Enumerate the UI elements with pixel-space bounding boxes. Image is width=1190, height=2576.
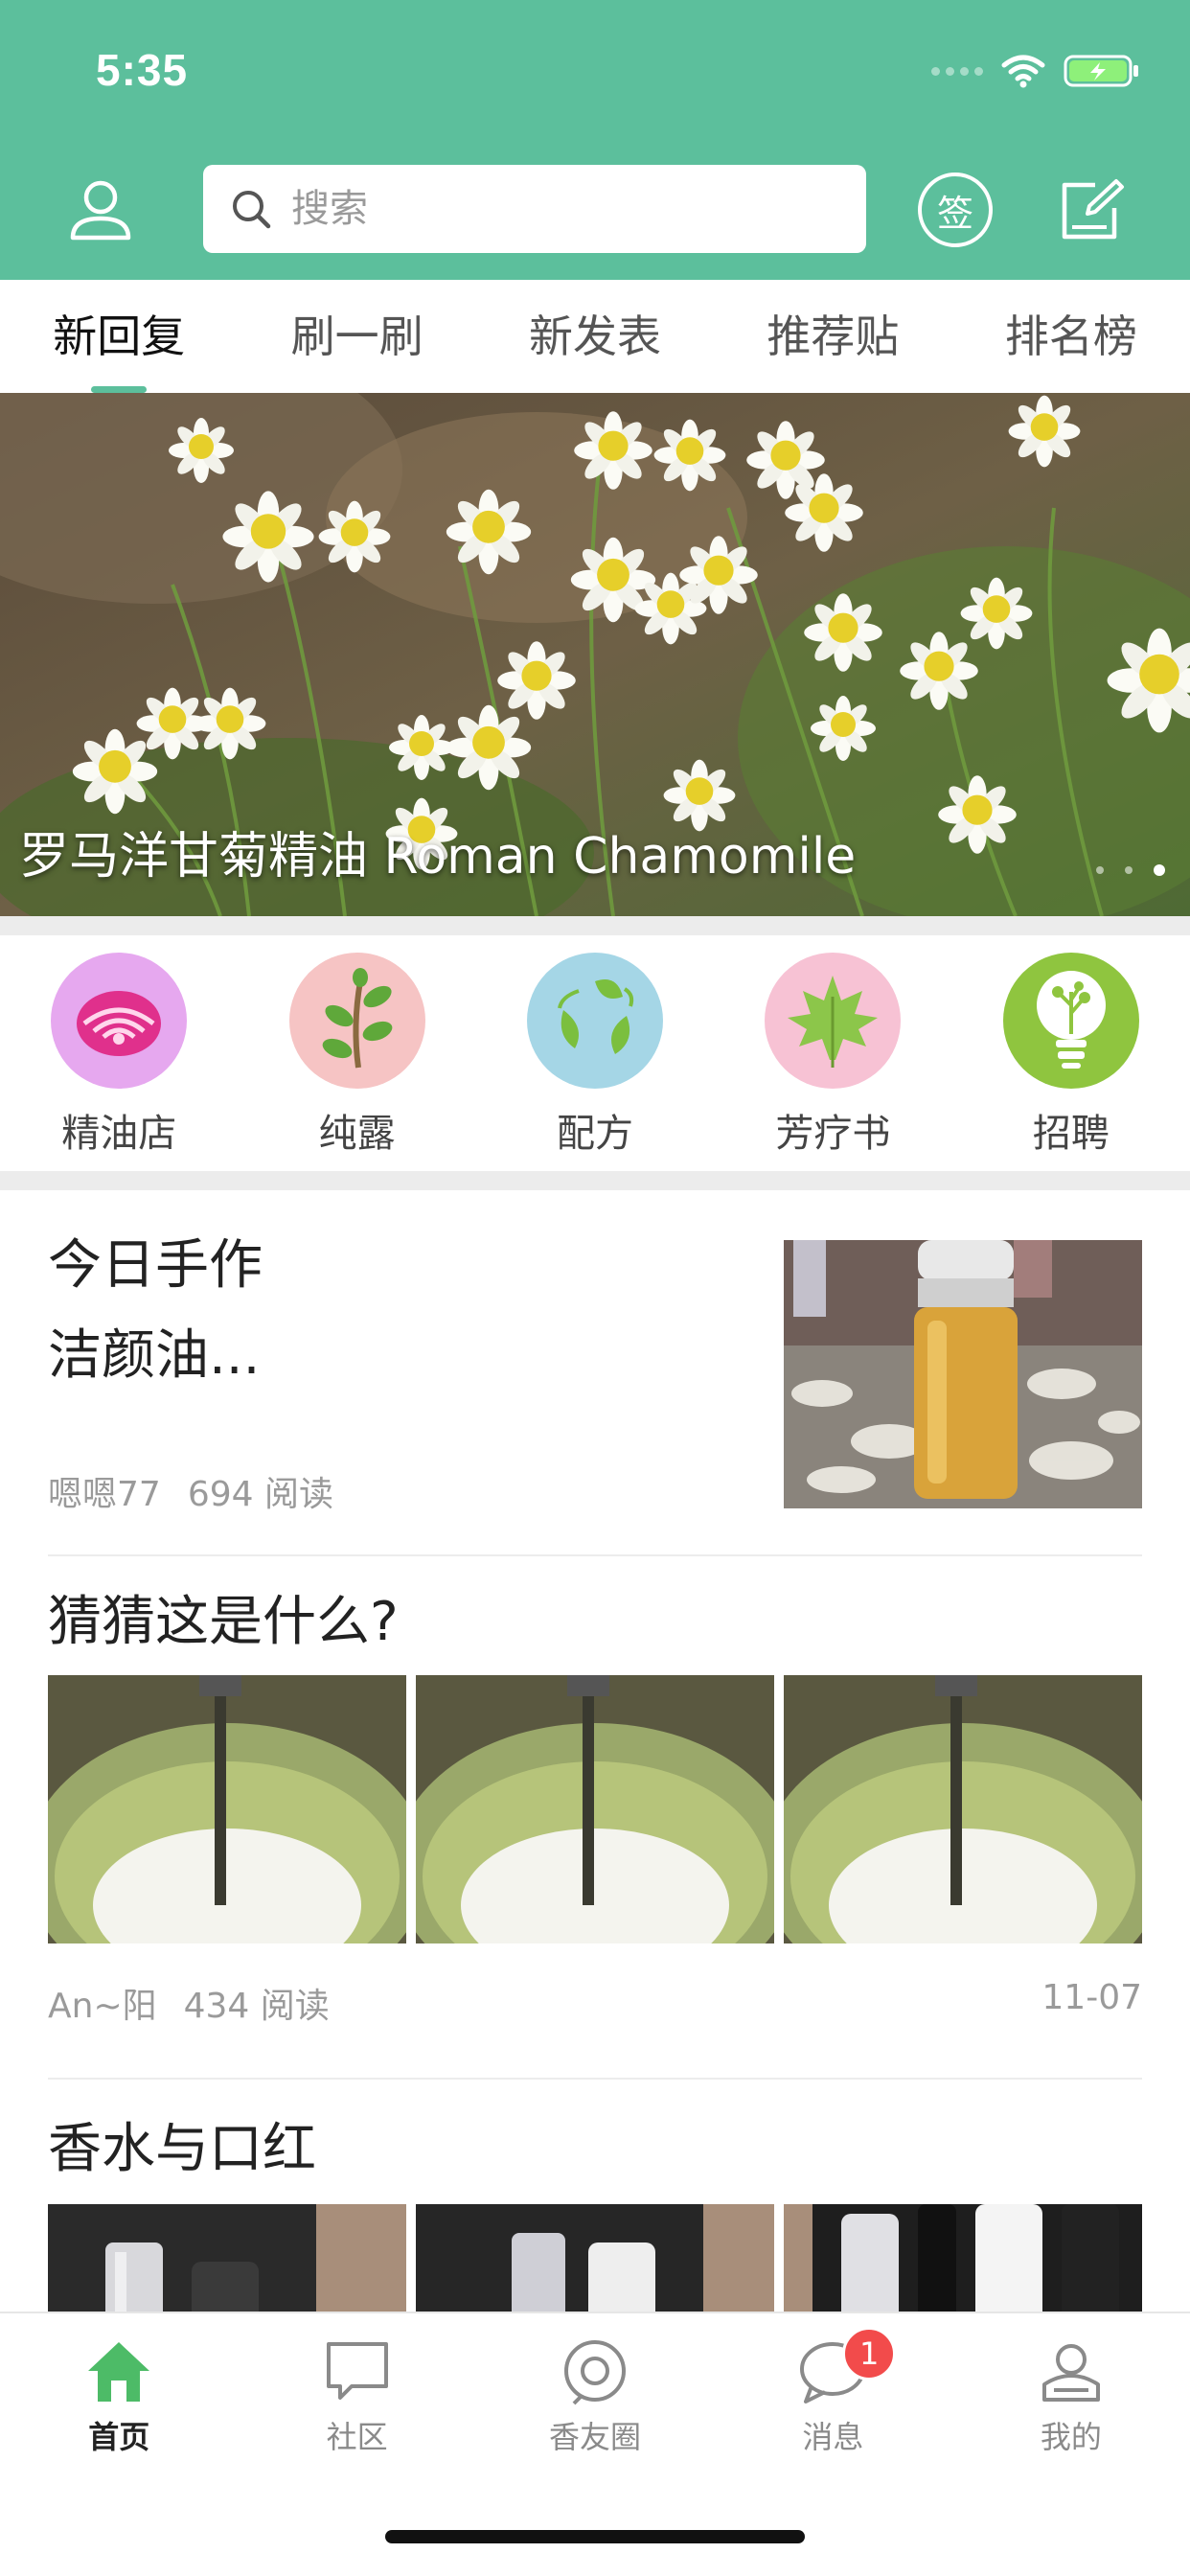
wifi-icon [1001,55,1045,88]
lipstick-image [784,2204,1142,2312]
foam-image [48,1675,406,1944]
category-recipes[interactable]: 配方 [476,935,714,1167]
search-input[interactable] [291,187,828,231]
nav-label: 香友圈 [549,2419,642,2455]
sprout-icon [288,953,425,1089]
status-icons [931,54,1140,88]
post-reads: 434 阅读 [183,1987,330,2026]
category-oil-shop[interactable]: 精油店 [0,935,238,1167]
category-aromatherapy-books[interactable]: 芳疗书 [714,935,951,1167]
search-icon [233,191,271,229]
chat-square-icon [326,2342,388,2400]
tab-recommended[interactable]: 推荐贴 [714,280,951,393]
battery-icon [1064,55,1138,87]
profile-icon [1041,2344,1100,2402]
sign-in-icon: 签 [918,172,993,247]
post-meta: 嗯嗯77 694 阅读 [48,1466,333,1516]
banner-caption: 罗马洋甘菊精油 Roman Chamomile [19,828,857,886]
carousel-dot[interactable] [1125,866,1133,874]
feed-post[interactable]: 今日手作 洁颜油... 嗯嗯77 694 阅读 [48,1221,1142,1518]
section-separator [0,916,1190,935]
category-jobs[interactable]: 招聘 [952,935,1190,1167]
post-image[interactable] [784,1675,1142,1944]
post-reads: 694 阅读 [187,1475,333,1514]
carousel-dot-active[interactable] [1154,864,1165,876]
tab-new-replies[interactable]: 新回复 [0,280,238,393]
post-images [48,1675,1142,1944]
tab-ranking[interactable]: 排名榜 [952,280,1190,393]
lightbulb-icon [1002,953,1139,1089]
perfume-image [416,2204,774,2312]
nav-home[interactable]: 首页 [0,2313,238,2576]
banner-carousel[interactable]: 罗马洋甘菊精油 Roman Chamomile [0,393,1190,916]
home-icon [88,2342,150,2402]
category-label: 精油店 [61,1112,177,1156]
post-author: An~阳 [48,1987,157,2026]
section-separator [0,1171,1190,1190]
feed-post[interactable]: 猜猜这是什么? An~阳 434 阅读 11-07 [48,1577,1142,2057]
app-header: 5:35 签 [0,0,1190,280]
tab-new-posts[interactable]: 新发表 [476,280,714,393]
user-icon [70,180,131,241]
category-label: 招聘 [1032,1112,1110,1156]
rose-icon [51,953,188,1089]
post-images [48,2204,1142,2312]
profile-button[interactable] [59,169,142,251]
post-image[interactable] [784,2204,1142,2312]
compose-icon [1062,179,1124,240]
post-title: 香水与口红 [48,2118,316,2180]
category-hydrosol[interactable]: 纯露 [238,935,475,1167]
carousel-indicator[interactable] [1096,864,1165,876]
perfume-image [48,2204,406,2312]
feed-post[interactable]: 香水与口红 [48,2104,1142,2312]
category-label: 纯露 [318,1112,396,1156]
nav-label: 社区 [326,2419,388,2455]
signal-icon [931,66,983,76]
compose-button[interactable] [1052,169,1134,251]
post-thumbnail[interactable] [784,1240,1142,1508]
post-author: 嗯嗯77 [48,1475,161,1514]
foam-image [784,1675,1142,1944]
post-image[interactable] [48,1675,406,1944]
category-shortcuts: 精油店 纯露 配方 芳疗书 招聘 [0,935,1190,1167]
unread-badge: 1 [842,2327,897,2380]
nav-mine[interactable]: 我的 [952,2313,1190,2576]
search-bar[interactable] [203,165,866,253]
feed-divider [48,1554,1142,1556]
nav-label: 消息 [802,2419,864,2455]
post-image[interactable] [416,2204,774,2312]
post-date: 11-07 [1041,1978,1142,2017]
feed-divider [48,2078,1142,2080]
foam-image [416,1675,774,1944]
nav-label: 我的 [1040,2419,1102,2455]
post-title: 猜猜这是什么? [48,1591,399,1653]
post-image[interactable] [416,1675,774,1944]
sign-in-button[interactable]: 签 [914,169,996,251]
category-label: 配方 [557,1112,634,1156]
tab-refresh[interactable]: 刷一刷 [238,280,475,393]
nav-label: 首页 [88,2419,150,2455]
carousel-dot[interactable] [1096,866,1104,874]
post-image[interactable] [48,2204,406,2312]
category-label: 芳疗书 [775,1112,891,1156]
oil-bottle-image [784,1240,1142,1508]
home-indicator[interactable] [385,2530,805,2543]
leaves-icon [527,953,664,1089]
circle-icon [564,2340,627,2405]
feed-tabs: 新回复 刷一刷 新发表 推荐贴 排名榜 [0,280,1190,393]
post-meta: An~阳 434 阅读 11-07 [48,1978,1142,2028]
maple-leaf-icon [765,953,902,1089]
status-time: 5:35 [96,45,189,95]
